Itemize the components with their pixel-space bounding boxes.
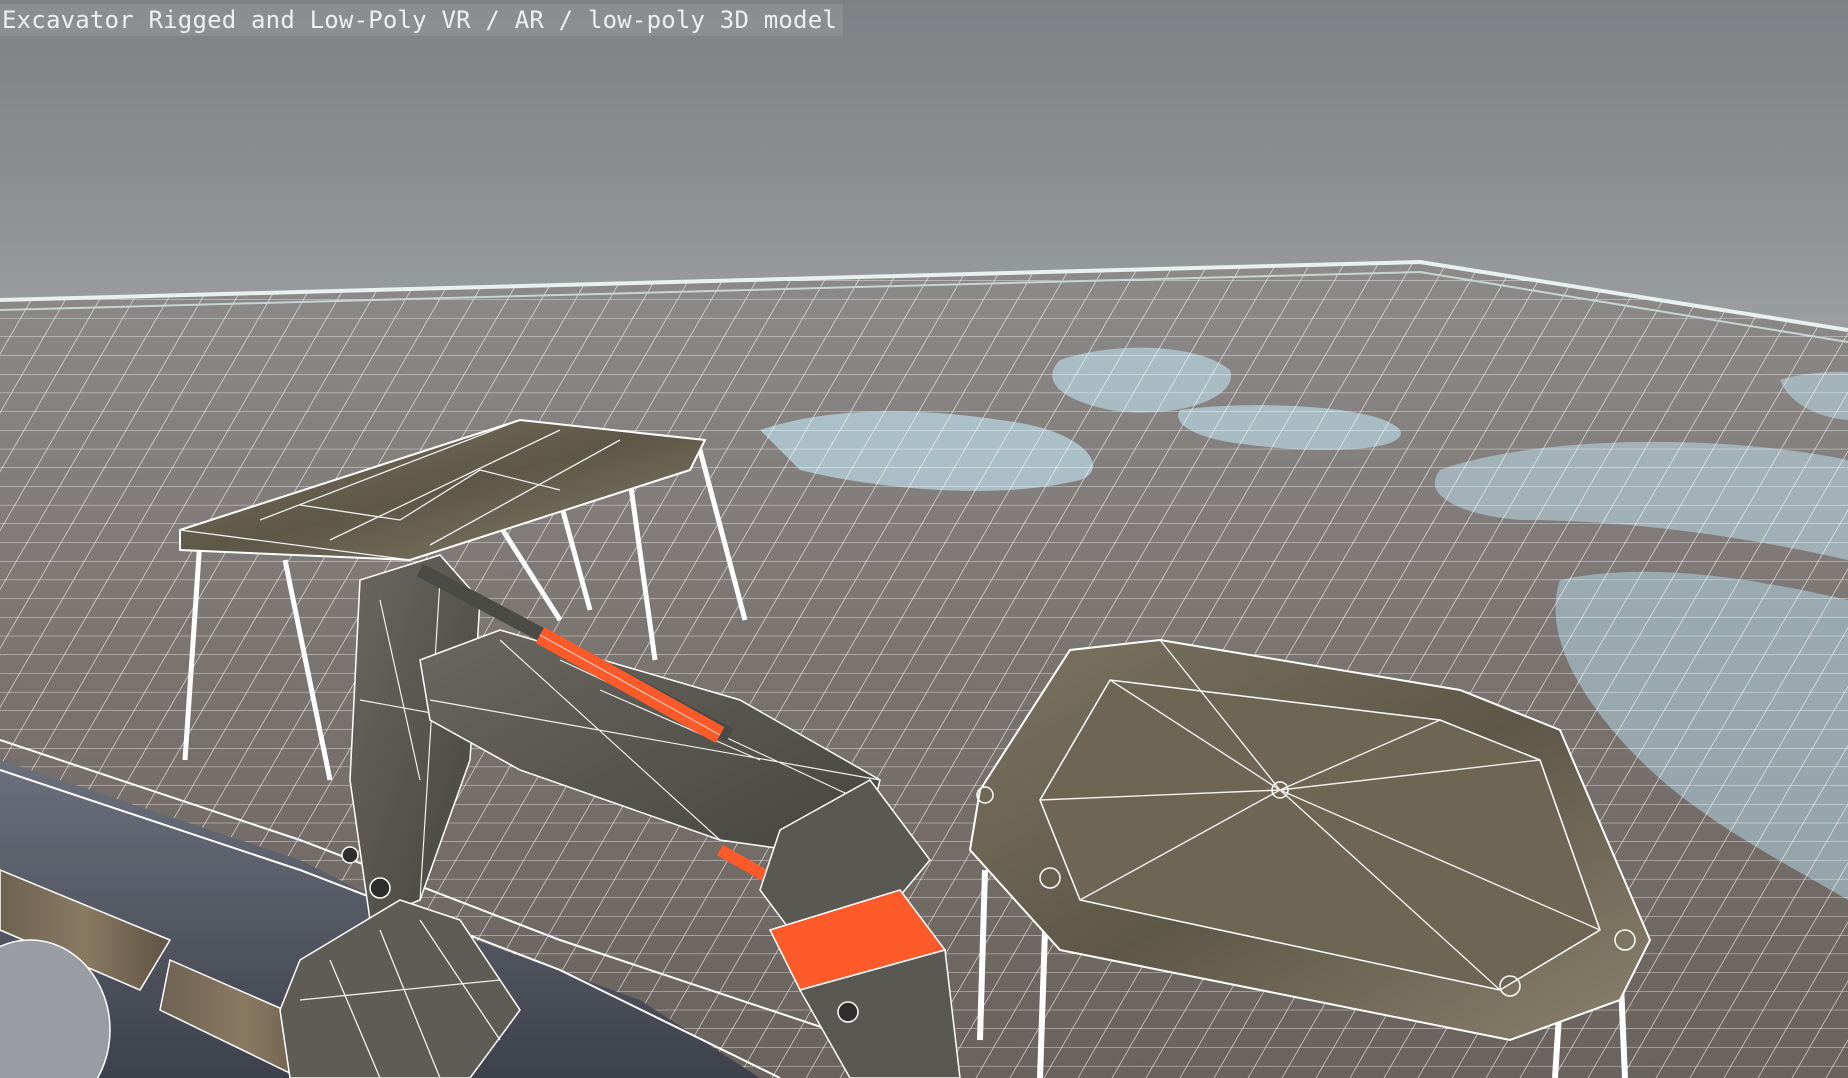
model-title-bar: Excavator Rigged and Low-Poly VR / AR / … [0, 4, 844, 36]
model-viewport[interactable]: Excavator Rigged and Low-Poly VR / AR / … [0, 0, 1848, 1078]
scene-canvas[interactable] [0, 0, 1848, 1078]
model-title: Excavator Rigged and Low-Poly VR / AR / … [2, 6, 838, 34]
